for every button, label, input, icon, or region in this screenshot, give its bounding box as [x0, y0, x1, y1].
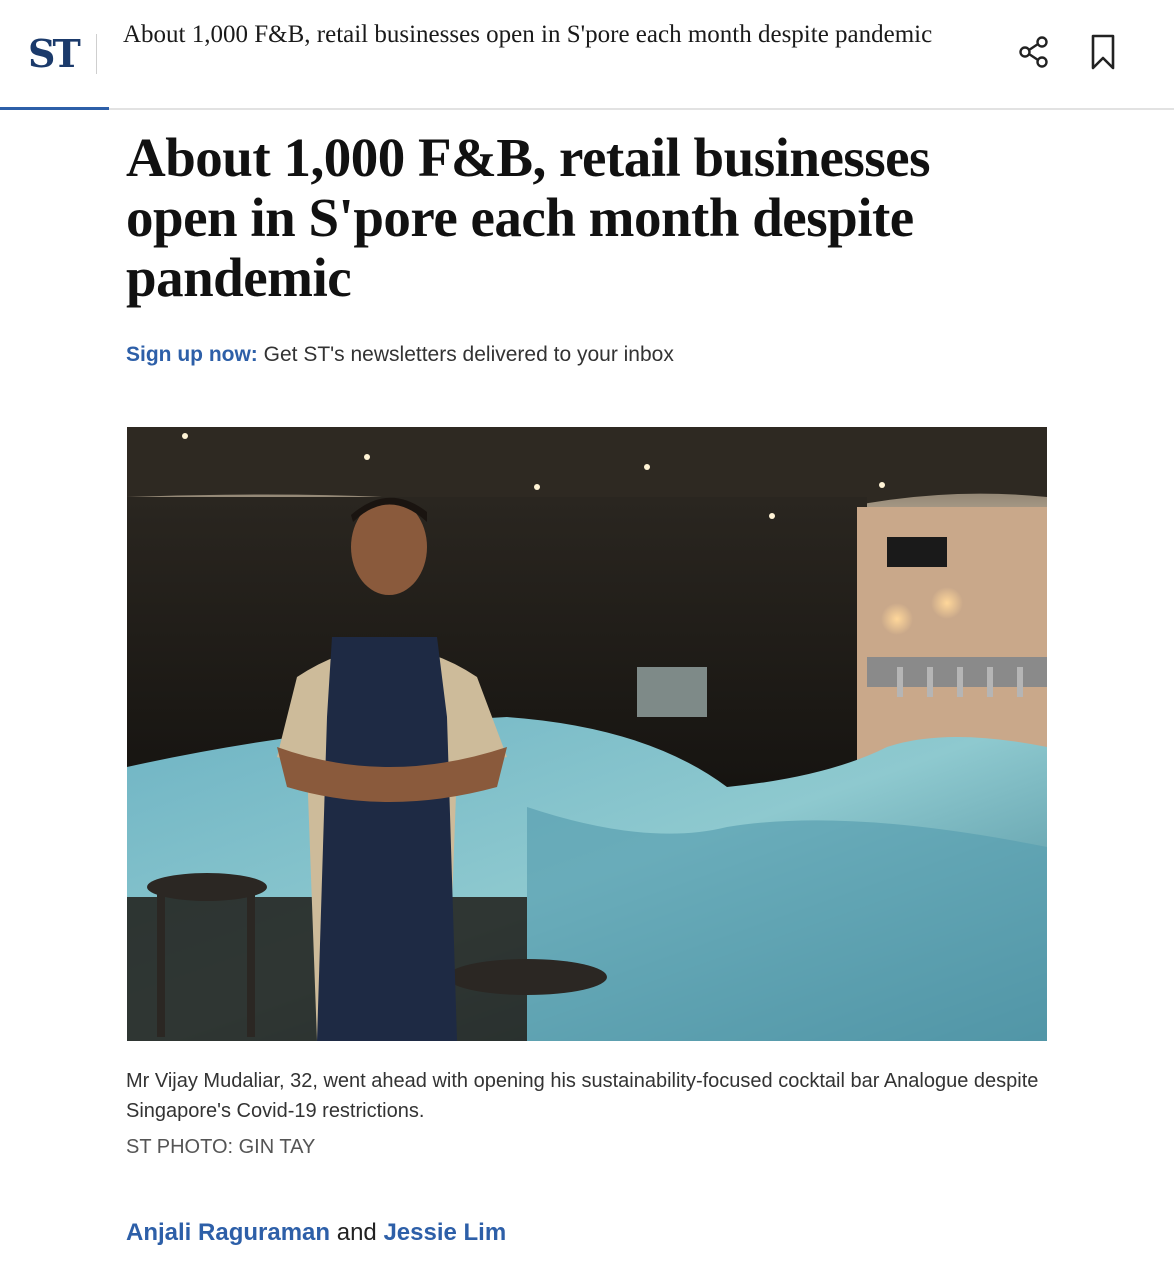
signup-link[interactable]: Sign up now: — [126, 343, 258, 366]
share-icon — [1017, 35, 1051, 74]
signup-text: Get ST's newsletters delivered to your i… — [257, 343, 674, 366]
bookmark-button[interactable] — [1083, 34, 1123, 74]
lead-photo — [127, 427, 1047, 1041]
author-link-2[interactable]: Jessie Lim — [383, 1219, 506, 1246]
newsletter-signup: Sign up now: Get ST's newsletters delive… — [126, 340, 674, 370]
article-byline: Anjali Raguraman and Jessie Lim — [126, 1216, 506, 1250]
logo-divider — [96, 34, 97, 74]
article-headline: About 1,000 F&B, retail businesses open … — [126, 127, 931, 308]
author-link-1[interactable]: Anjali Raguraman — [126, 1219, 330, 1246]
share-button[interactable] — [1014, 34, 1054, 74]
top-header-bar: ST About 1,000 F&B, retail businesses op… — [0, 0, 1174, 110]
header-article-title: About 1,000 F&B, retail businesses open … — [123, 21, 933, 48]
photo-credit: ST PHOTO: GIN TAY — [126, 1136, 316, 1158]
photo-caption: Mr Vijay Mudaliar, 32, went ahead with o… — [126, 1070, 1039, 1122]
bookmark-icon — [1088, 33, 1118, 76]
byline-conjunction: and — [330, 1219, 384, 1246]
st-logo[interactable]: ST — [28, 30, 81, 78]
reading-progress-bar — [0, 107, 110, 110]
